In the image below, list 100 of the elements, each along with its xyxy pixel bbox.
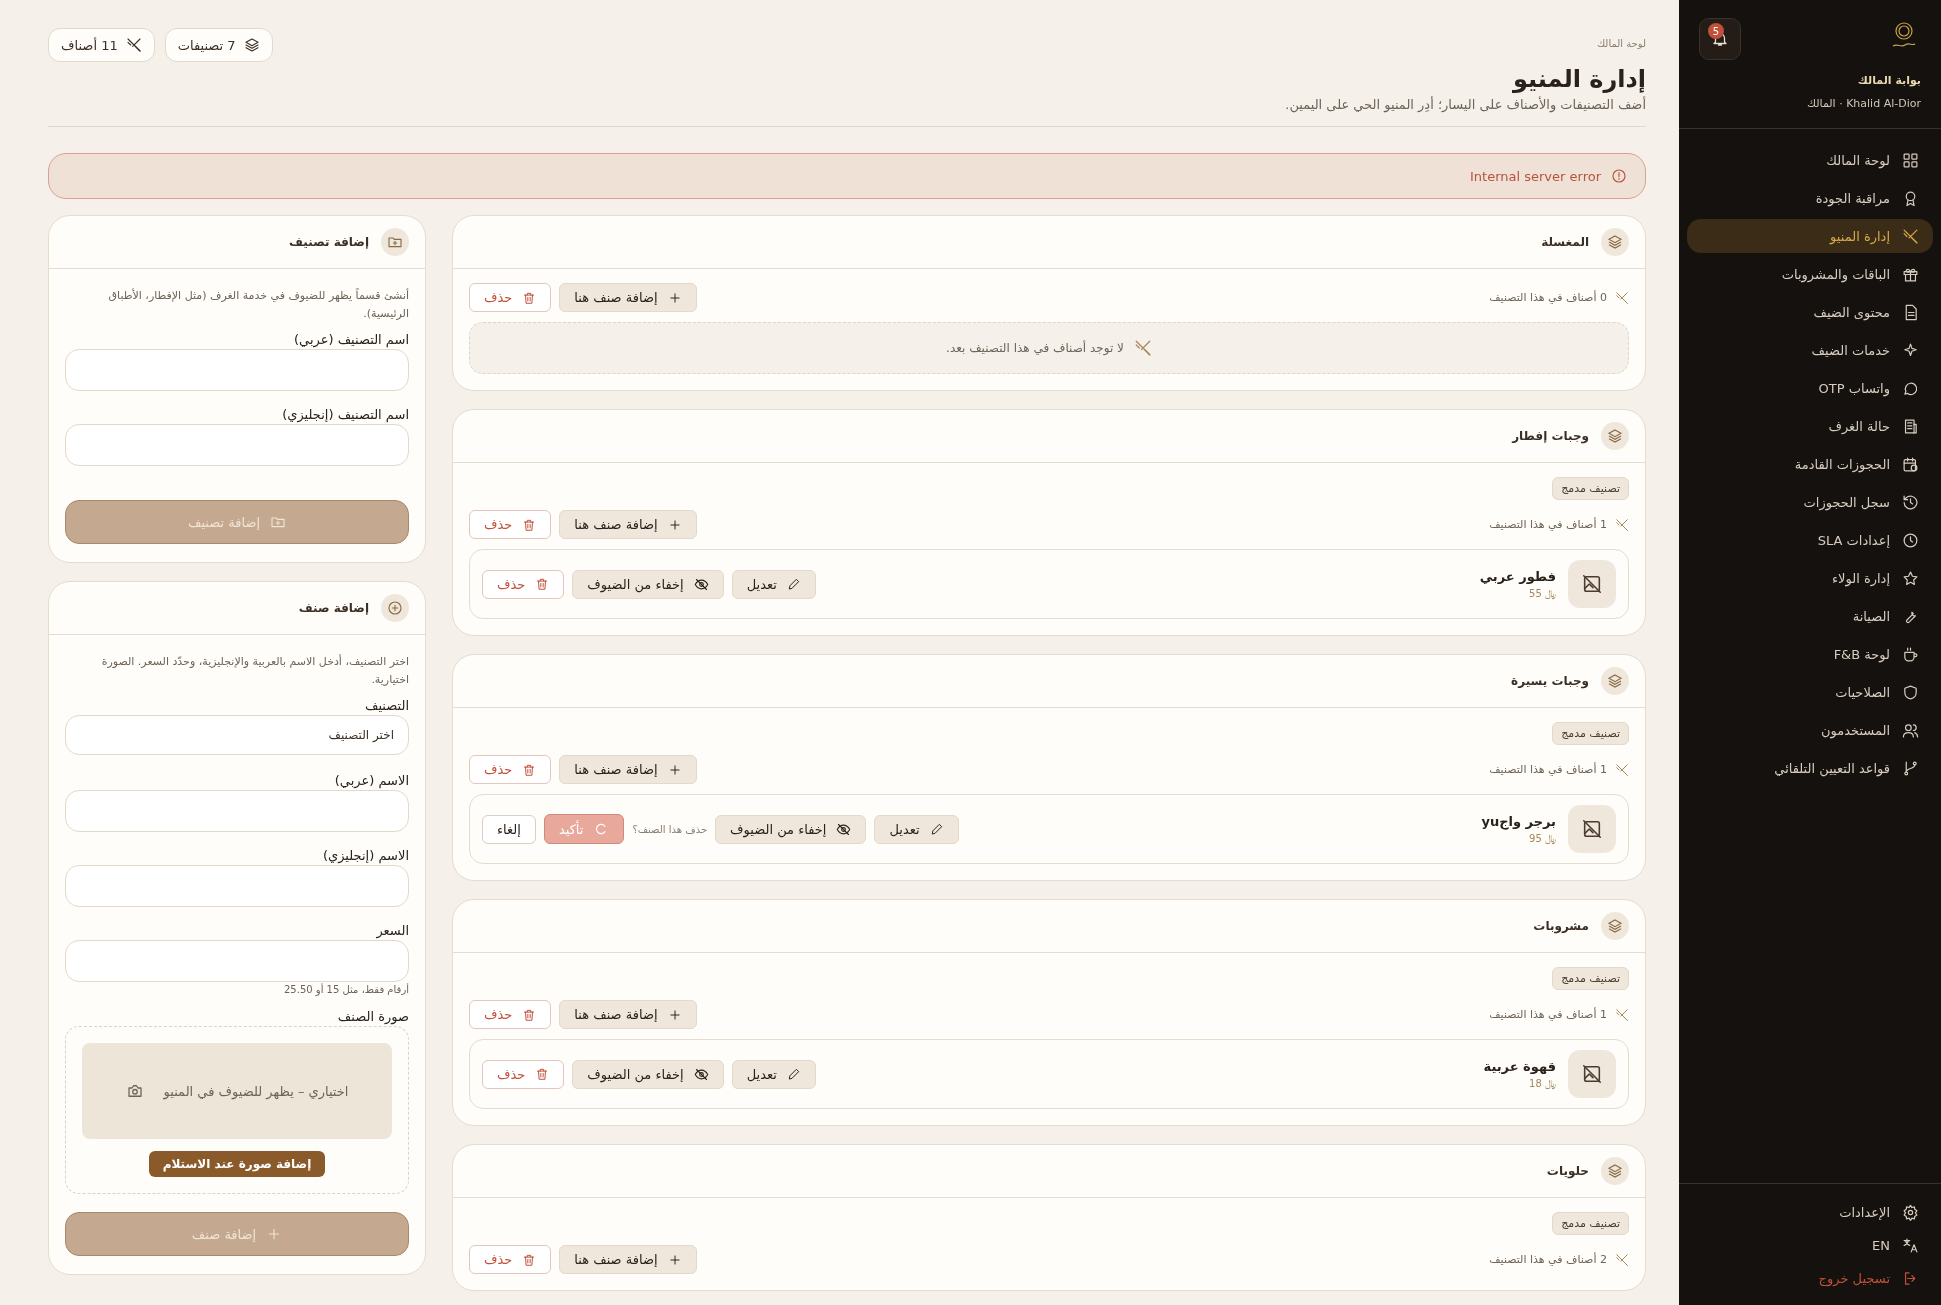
trash-icon	[522, 517, 537, 532]
form-description: اختر التصنيف، أدخل الاسم بالعربية والإنجليزية، وحدّد السعر. الصورة اختيارية.	[100, 653, 409, 688]
trash-icon	[522, 290, 537, 305]
form-title: إضافة صنف	[298, 601, 369, 616]
add-image-button[interactable]: إضافة صورة عند الاستلام	[148, 1151, 326, 1178]
user-name: Khalid Al-Dior · المالك	[1805, 96, 1922, 112]
eye-off-icon	[836, 821, 852, 837]
layers-icon	[1601, 422, 1629, 450]
edit-button[interactable]: تعديل	[731, 569, 816, 599]
pencil-icon	[786, 1067, 801, 1081]
no-image-icon	[1581, 573, 1603, 595]
breadcrumb[interactable]: لوحة المالك	[1285, 38, 1646, 49]
image-hint: اختياري – يظهر للضيوف في المنيو	[163, 1083, 349, 1099]
nav-item[interactable]: المستخدمون	[1687, 713, 1933, 747]
layers-icon	[1601, 912, 1629, 940]
add-item-button[interactable]: إضافة صنف هنا	[559, 1245, 697, 1274]
form-title: إضافة تصنيف	[289, 235, 369, 249]
plus-icon	[667, 1007, 682, 1022]
input-field[interactable]	[65, 790, 409, 833]
nav-item[interactable]: الحجوزات القادمة	[1687, 447, 1933, 481]
delete-button[interactable]: حذف	[469, 510, 552, 539]
history-icon	[1902, 493, 1919, 511]
alert-icon	[1611, 168, 1627, 184]
nav-item[interactable]: محتوى الضيف	[1687, 295, 1933, 329]
nav-item[interactable]: لوحة المالك	[1687, 143, 1933, 177]
field-label: التصنيف	[363, 698, 409, 714]
input-field[interactable]	[65, 349, 409, 392]
fork-knife-icon	[1615, 290, 1629, 305]
translate-icon	[1902, 1237, 1919, 1254]
add-item-button[interactable]: إضافة صنف هنا	[559, 1000, 697, 1029]
branch-icon	[1902, 759, 1919, 777]
field-label: السعر	[375, 923, 409, 939]
plus-icon	[667, 1252, 682, 1267]
delete-button[interactable]: حذف	[469, 755, 552, 784]
language-link[interactable]: EN	[1701, 1237, 1919, 1254]
delete-button[interactable]: حذف	[469, 1245, 552, 1274]
item-name: برجر واجyu	[1481, 813, 1556, 829]
fork-knife-icon	[1615, 1007, 1629, 1022]
trash-icon	[522, 1252, 537, 1267]
category-select[interactable]: اختر التصنيف	[65, 715, 409, 756]
merged-tag: تصنيف مدمج	[1552, 722, 1629, 745]
calendar-clock-icon	[1902, 455, 1919, 473]
input-field[interactable]	[65, 940, 409, 983]
nav-item[interactable]: مراقبة الجودة	[1687, 181, 1933, 215]
nav-item[interactable]: سجل الحجوزات	[1687, 485, 1933, 519]
settings-link[interactable]: الإعدادات	[1701, 1204, 1919, 1221]
field-label: صورة الصنف	[336, 1009, 409, 1025]
nav-item[interactable]: الصلاحيات	[1687, 675, 1933, 709]
delete-button[interactable]: حذف	[469, 1000, 552, 1029]
nav-item[interactable]: واتساب OTP	[1687, 371, 1933, 405]
hide-button[interactable]: إخفاء من الضيوف	[572, 569, 724, 599]
category-title: وجبات إفطار	[1512, 429, 1589, 443]
users-icon	[1902, 721, 1919, 739]
hide-button[interactable]: إخفاء من الضيوف	[572, 1059, 724, 1089]
cancel-button[interactable]: إلغاء	[482, 814, 536, 844]
nav-item[interactable]: إدارة المنيو	[1687, 219, 1933, 253]
add-item-button[interactable]: إضافة صنف هنا	[559, 510, 697, 539]
add-item-button[interactable]: إضافة صنف هنا	[559, 283, 697, 312]
layers-icon	[1601, 1157, 1629, 1185]
edit-button[interactable]: تعديل	[731, 1059, 816, 1089]
item-count: 1 أصناف في هذا التصنيف	[1489, 1008, 1607, 1021]
delete-button[interactable]: حذف	[482, 1059, 565, 1089]
nav-item[interactable]: الصيانة	[1687, 599, 1933, 633]
page-title: إدارة المنيو	[1511, 65, 1646, 93]
item-name: فطور عربي	[1479, 568, 1556, 584]
nav-item[interactable]: قواعد التعيين التلقائي	[1687, 751, 1933, 785]
hide-button[interactable]: إخفاء من الضيوف	[715, 814, 867, 844]
nav-item[interactable]: إدارة الولاء	[1687, 561, 1933, 595]
notification-button[interactable]: 5	[1699, 18, 1741, 60]
stat-chip: 7 تصنيفات	[164, 28, 273, 62]
field-hint: أرقام فقط، مثل 15 أو 25.50	[283, 984, 409, 996]
layers-icon	[1601, 667, 1629, 695]
cup-icon	[1902, 645, 1919, 663]
plus-icon	[667, 762, 682, 777]
edit-button[interactable]: تعديل	[874, 814, 959, 844]
logout-link[interactable]: تسجيل خروج	[1701, 1270, 1919, 1287]
delete-question: حذف هذا الصنف؟	[632, 823, 708, 835]
item-price: ﷼ 95	[1528, 832, 1556, 845]
fork-knife-icon	[1902, 227, 1919, 245]
add-item-button[interactable]: إضافة صنف هنا	[559, 755, 697, 784]
item-count: 1 أصناف في هذا التصنيف	[1489, 518, 1607, 531]
category-title: حلويات	[1546, 1164, 1589, 1178]
item-name: قهوة عربية	[1483, 1058, 1556, 1074]
error-message: Internal server error	[1470, 168, 1601, 184]
item-count: 0 أصناف في هذا التصنيف	[1489, 291, 1607, 304]
field-label: الاسم (إنجليزي)	[321, 848, 409, 864]
nav-item[interactable]: خدمات الضيف	[1687, 333, 1933, 367]
nav-item[interactable]: إعدادات SLA	[1687, 523, 1933, 557]
portal-name: بوابة المالك	[1856, 73, 1922, 87]
nav-item[interactable]: حالة الغرف	[1687, 409, 1933, 443]
input-field[interactable]	[65, 424, 409, 467]
notification-count: 5	[1708, 23, 1724, 39]
no-image-icon	[1581, 818, 1603, 840]
item-price: ﷼ 18	[1528, 1077, 1556, 1090]
nav-item[interactable]: لوحة F&B	[1687, 637, 1933, 671]
input-field[interactable]	[65, 865, 409, 908]
delete-button[interactable]: حذف	[482, 569, 565, 599]
delete-button[interactable]: حذف	[469, 283, 552, 312]
nav-item[interactable]: الباقات والمشروبات	[1687, 257, 1933, 291]
category-title: مشروبات	[1533, 919, 1589, 933]
